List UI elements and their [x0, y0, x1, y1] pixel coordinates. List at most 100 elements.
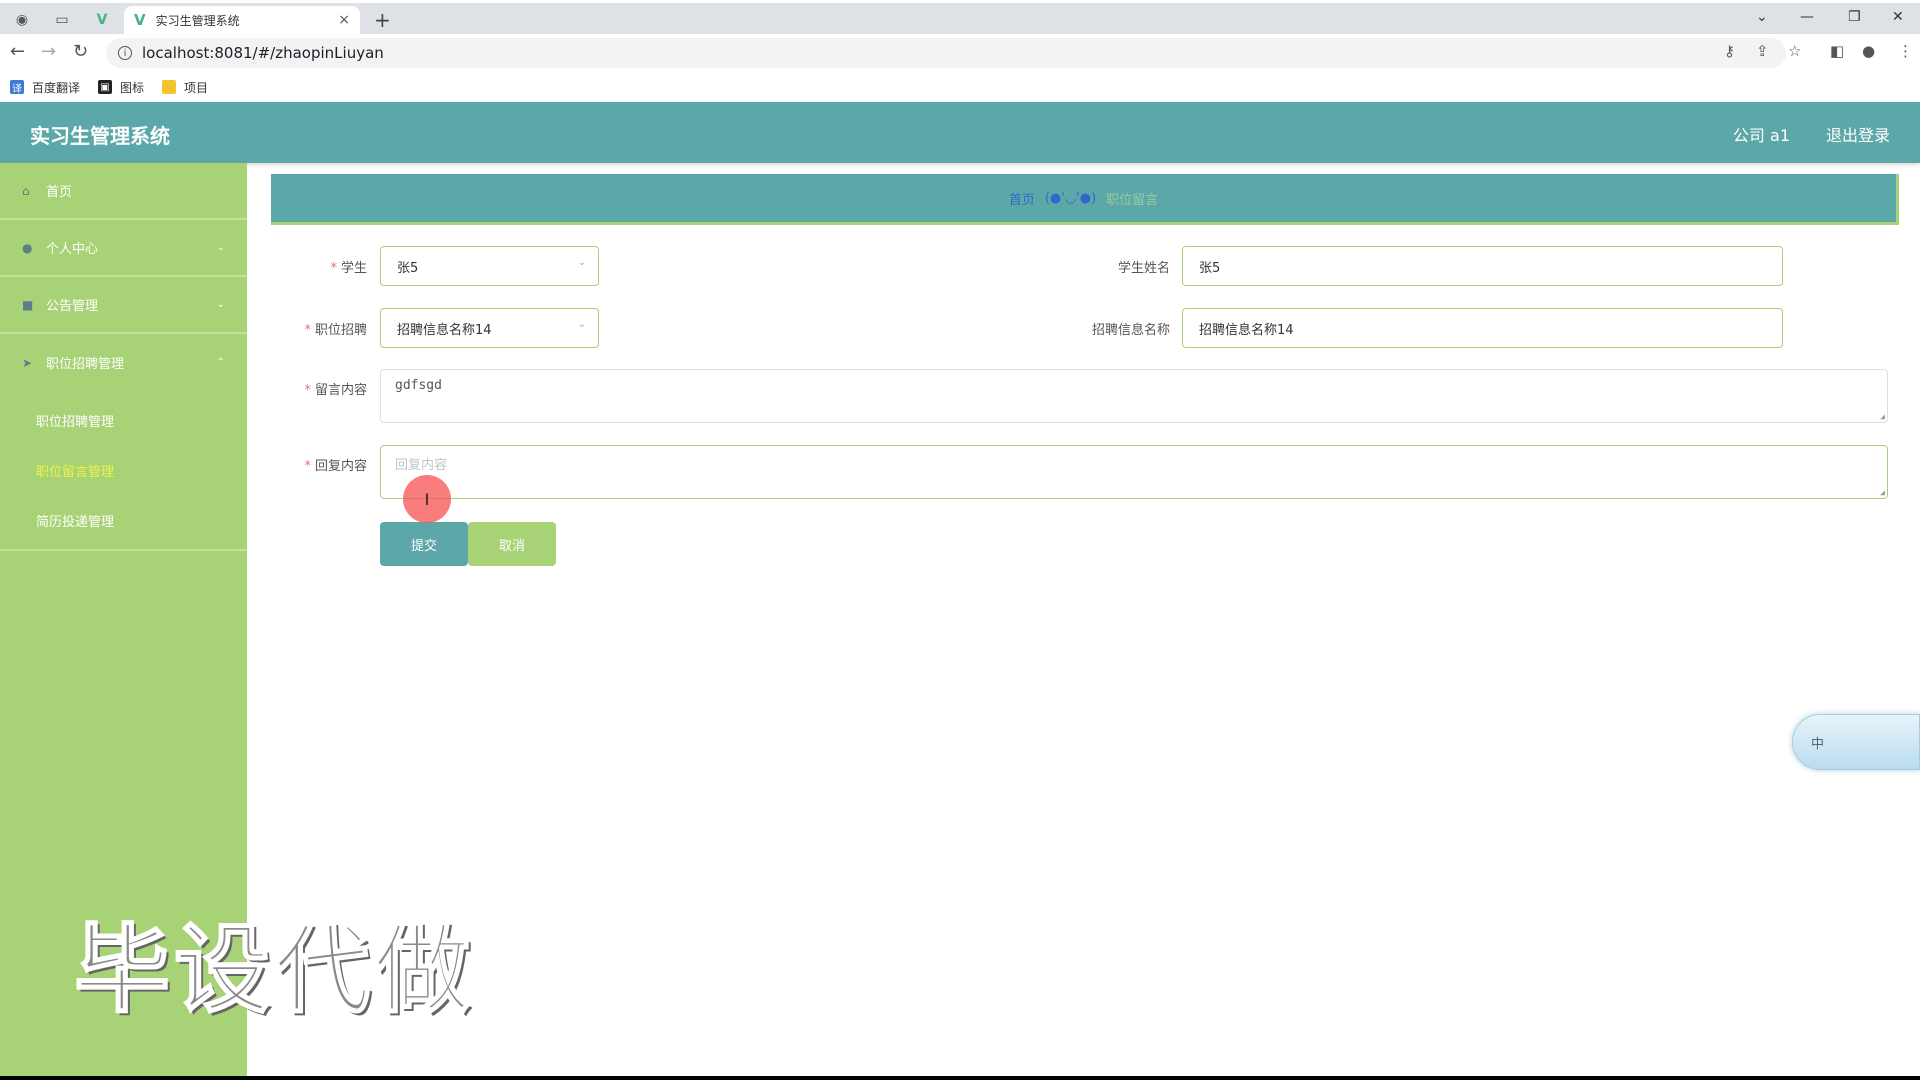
globe-icon[interactable]: ◉: [10, 8, 34, 32]
required-mark: *: [304, 459, 311, 474]
student-label: * 学生: [227, 257, 367, 276]
more-icon[interactable]: ⋮: [1898, 42, 1913, 60]
share-icon[interactable]: ⇪: [1756, 42, 1769, 60]
chevron-down-icon: ⌄: [577, 257, 586, 268]
label-text: 回复内容: [314, 459, 367, 474]
vue-logo-icon: V: [134, 11, 146, 29]
bookmark-label: 图标: [120, 80, 145, 95]
textarea-placeholder: 回复内容: [395, 458, 448, 473]
back-icon[interactable]: ←: [10, 42, 25, 62]
bookmark-label: 百度翻译: [32, 80, 81, 95]
app-root: 实习生管理系统 公司 a1 退出登录 ⌂ 首页 ● 个人中心 ⌄ ■ 公告管理 …: [0, 102, 1920, 1076]
breadcrumb-current: 职位留言: [1106, 192, 1159, 208]
bookmarks-bar: 译 百度翻译 ▣ 图标 项目: [0, 72, 1920, 102]
student-name-label: 学生姓名: [1030, 257, 1170, 276]
student-select[interactable]: 张5 ⌄: [380, 246, 599, 286]
field-value: 招聘信息名称14: [1199, 322, 1294, 338]
blank-tab-icon[interactable]: ▭: [50, 8, 74, 32]
window-close-icon[interactable]: ✕: [1892, 9, 1904, 25]
sidebar-item-job-recruit[interactable]: ➤ 职位招聘管理 ⌃: [0, 334, 247, 391]
address-bar: ← → ↻ i localhost:8081/#/zhaopinLiuyan ⚷…: [0, 34, 1920, 70]
chevron-down-icon: ⌄: [216, 242, 225, 253]
app-title: 实习生管理系统: [30, 124, 170, 148]
job-name-label: 招聘信息名称: [1030, 319, 1170, 338]
ime-widget[interactable]: 中: [1792, 714, 1920, 770]
url-field[interactable]: i localhost:8081/#/zhaopinLiuyan: [106, 38, 1786, 68]
submenu-item-job-recruit[interactable]: 职位招聘管理: [0, 395, 247, 445]
reply-label: * 回复内容: [227, 455, 367, 474]
breadcrumb-separator: (●'◡'●): [1044, 190, 1097, 206]
resize-handle-icon[interactable]: ◢: [1880, 488, 1885, 497]
vue-tab-icon[interactable]: V: [90, 8, 114, 32]
current-user: 公司 a1: [1732, 126, 1790, 145]
send-icon: ➤: [22, 355, 33, 370]
label-text: 招聘信息名称: [1091, 323, 1170, 338]
required-mark: *: [330, 261, 337, 276]
reload-icon[interactable]: ↻: [73, 42, 88, 62]
folder-icon: [162, 80, 177, 94]
sidepanel-icon[interactable]: ◧: [1830, 42, 1844, 60]
user-icon: ●: [22, 240, 33, 255]
bookmark-project[interactable]: 项目: [162, 79, 208, 96]
logout-link[interactable]: 退出登录: [1826, 122, 1890, 146]
chevron-up-icon: ⌃: [216, 357, 225, 368]
sidebar-item-home[interactable]: ⌂ 首页: [0, 163, 247, 220]
message-textarea[interactable]: gdfsgd ◢: [380, 369, 1888, 423]
minimize-icon[interactable]: —: [1800, 9, 1814, 25]
key-icon[interactable]: ⚷: [1724, 42, 1735, 60]
top-header: 实习生管理系统 公司 a1 退出登录: [0, 102, 1920, 163]
forward-icon[interactable]: →: [41, 42, 56, 62]
sidebar-item-label: 个人中心: [46, 242, 99, 257]
restore-icon[interactable]: ❐: [1848, 9, 1861, 25]
student-name-field[interactable]: 张5: [1182, 246, 1783, 286]
select-value: 张5: [397, 260, 419, 276]
label-text: 职位招聘: [314, 323, 367, 338]
required-mark: *: [304, 323, 311, 338]
sidebar-item-personal-center[interactable]: ● 个人中心 ⌄: [0, 220, 247, 277]
select-value: 招聘信息名称14: [397, 322, 492, 338]
cancel-button[interactable]: 取消: [468, 522, 556, 566]
submenu-item-resume-delivery[interactable]: 简历投递管理: [0, 495, 247, 545]
breadcrumb: 首页 (●'◡'●) 职位留言: [271, 174, 1899, 225]
submit-button[interactable]: 提交: [380, 522, 468, 566]
sidebar-item-notice[interactable]: ■ 公告管理 ⌄: [0, 277, 247, 334]
textarea-value: gdfsgd: [395, 378, 442, 393]
home-icon: ⌂: [22, 183, 30, 198]
chevron-down-icon: ⌄: [577, 319, 586, 330]
tab-active[interactable]: V 实习生管理系统 ×: [124, 6, 360, 34]
submenu-item-job-messages[interactable]: 职位留言管理: [0, 445, 247, 495]
info-icon[interactable]: i: [118, 46, 132, 60]
ime-label: 中: [1811, 736, 1825, 752]
job-select[interactable]: 招聘信息名称14 ⌄: [380, 308, 599, 348]
watermark: 毕设代做: [73, 913, 474, 1027]
tab-strip: ◉ ▭ V V 实习生管理系统 × + ⌄ — ❐ ✕: [0, 3, 1920, 34]
chevron-down-icon[interactable]: ⌄: [1756, 9, 1768, 25]
submenu-job-recruit: 职位招聘管理 职位留言管理 简历投递管理: [0, 391, 247, 551]
notice-icon: ■: [22, 297, 34, 312]
job-name-field[interactable]: 招聘信息名称14: [1182, 308, 1783, 348]
label-text: 学生: [340, 261, 367, 276]
resize-handle-icon[interactable]: ◢: [1880, 412, 1885, 421]
new-tab-button[interactable]: +: [374, 9, 391, 31]
star-icon[interactable]: ☆: [1788, 42, 1801, 60]
label-text: 学生姓名: [1117, 261, 1170, 276]
reply-textarea[interactable]: 回复内容 ◢: [380, 445, 1888, 499]
bookmark-icons[interactable]: ▣ 图标: [98, 79, 144, 96]
profile-icon[interactable]: ●: [1862, 42, 1875, 60]
url-text: localhost:8081/#/zhaopinLiuyan: [142, 44, 384, 62]
translate-icon: 译: [10, 80, 24, 95]
chevron-down-icon: ⌄: [216, 299, 225, 310]
cursor-highlight: I: [403, 475, 451, 523]
label-text: 留言内容: [314, 383, 367, 398]
close-icon[interactable]: ×: [338, 12, 350, 28]
required-mark: *: [304, 383, 311, 398]
image-icon: ▣: [98, 80, 113, 94]
sidebar-item-label: 首页: [46, 185, 73, 200]
sidebar-item-label: 公告管理: [46, 299, 99, 314]
bookmark-baidu-translate[interactable]: 译 百度翻译: [10, 79, 80, 96]
browser-chrome: ◉ ▭ V V 实习生管理系统 × + ⌄ — ❐ ✕ ← → ↻ i loca…: [0, 0, 1920, 102]
breadcrumb-home[interactable]: 首页: [1009, 189, 1035, 208]
tab-title: 实习生管理系统: [155, 13, 240, 28]
message-label: * 留言内容: [227, 379, 367, 398]
job-label: * 职位招聘: [227, 319, 367, 338]
